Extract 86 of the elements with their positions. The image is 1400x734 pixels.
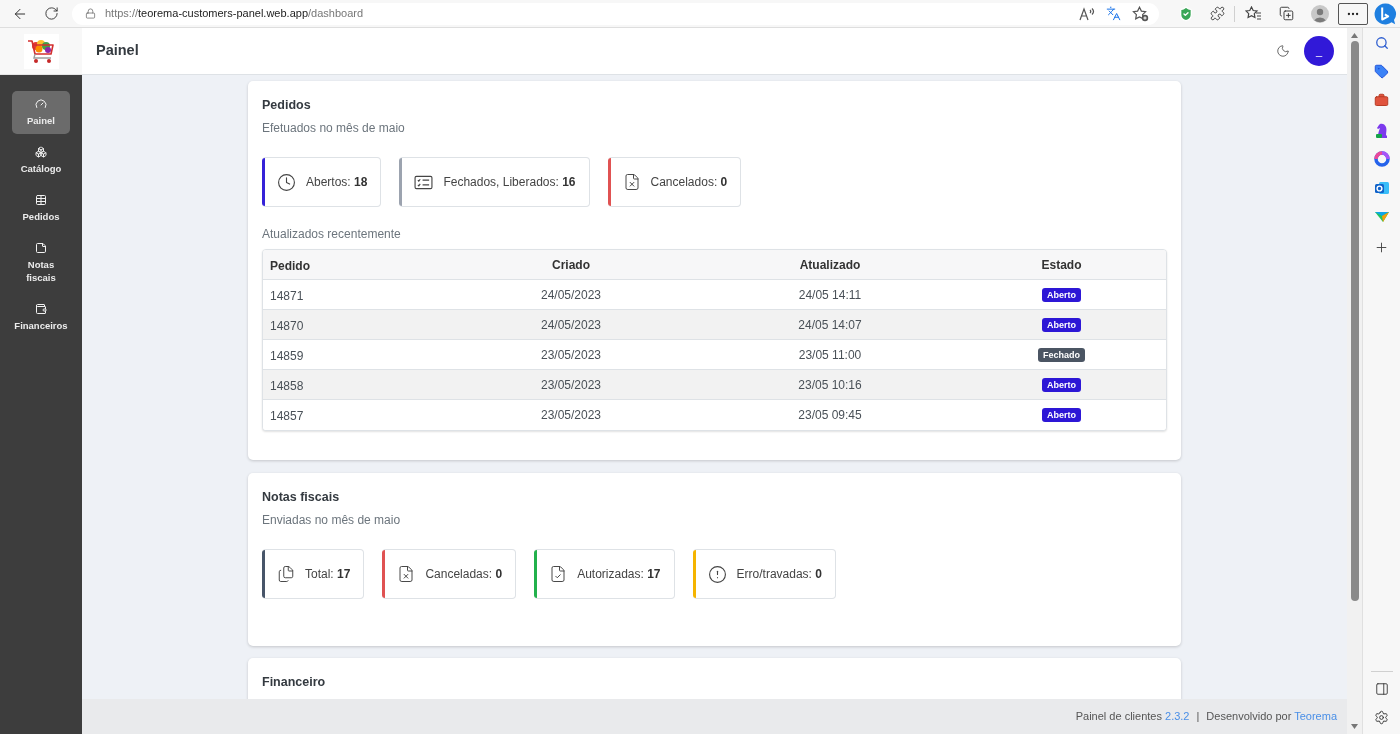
collections-icon[interactable] bbox=[1278, 6, 1294, 21]
checklist-card-icon bbox=[414, 174, 434, 190]
plus-icon[interactable] bbox=[1374, 239, 1389, 255]
chat-bubble-logo-icon[interactable] bbox=[1373, 1, 1397, 26]
more-button[interactable] bbox=[1338, 2, 1368, 25]
table-cell: 14871 bbox=[270, 288, 304, 303]
moon-icon[interactable] bbox=[1276, 44, 1290, 58]
settings-icon[interactable] bbox=[1374, 710, 1389, 725]
status-badge: Aberto bbox=[1042, 287, 1081, 302]
table-cell: 14859 bbox=[270, 348, 304, 363]
table-cell: 14858 bbox=[270, 378, 304, 393]
status-badge: Aberto bbox=[1042, 317, 1081, 332]
table-cell-text: 24/05 14:11 bbox=[798, 286, 862, 304]
table-cell-text: 23/05/2023 bbox=[540, 346, 602, 364]
stacked-pages-icon bbox=[277, 565, 295, 583]
page-icon bbox=[35, 242, 47, 254]
exclamation-circle-icon bbox=[707, 564, 727, 584]
table-cell-text: 24/05 14:07 bbox=[798, 316, 862, 334]
scroll-up-icon[interactable] bbox=[1351, 33, 1358, 38]
tag-icon[interactable] bbox=[1374, 64, 1389, 79]
sidebar-item[interactable]: Notas fiscais bbox=[12, 235, 70, 291]
wallet-icon bbox=[35, 303, 47, 315]
table-cell-text: 23/05 11:00 bbox=[798, 346, 862, 364]
scrollbar[interactable] bbox=[1347, 28, 1362, 734]
table-cell: 14870 bbox=[270, 318, 304, 333]
cart-logo[interactable] bbox=[23, 33, 59, 69]
card-title: Notas fiscais bbox=[262, 489, 341, 506]
stat-text: Total: 17 bbox=[305, 566, 351, 583]
briefcase-icon[interactable] bbox=[1374, 93, 1389, 108]
card-subtitle: Enviadas no mês de maio bbox=[262, 512, 402, 529]
column-header: Estado bbox=[1041, 256, 1082, 274]
stat-text: Canceladas: 0 bbox=[425, 566, 503, 583]
ring-logo-icon[interactable] bbox=[1373, 150, 1390, 167]
scrollbar-thumb[interactable] bbox=[1350, 41, 1359, 601]
reload-icon[interactable] bbox=[44, 6, 59, 21]
address-field[interactable]: https://teorema-customers-panel.web.app/dashboard bbox=[72, 2, 1159, 25]
document-check-icon bbox=[549, 565, 568, 583]
profile-avatar-icon[interactable] bbox=[1311, 4, 1329, 23]
column-header: Atualizado bbox=[799, 256, 861, 274]
table-cell-text: 23/05 09:45 bbox=[798, 407, 862, 424]
lock-icon bbox=[85, 8, 96, 19]
status-badge: Aberto bbox=[1042, 377, 1081, 392]
puzzle-icon[interactable] bbox=[1209, 6, 1225, 21]
clock-icon bbox=[277, 172, 296, 192]
footer-text: Painel de clientes 2.3.2 | Desenvolvido por Teorema bbox=[1075, 709, 1337, 725]
gauge-icon bbox=[35, 98, 47, 110]
sidebar-item[interactable]: Painel bbox=[12, 91, 70, 134]
triangle-logo-icon[interactable] bbox=[1373, 209, 1390, 224]
document-x-icon bbox=[622, 173, 641, 191]
table-caption: Atualizados recentemente bbox=[262, 226, 402, 243]
table-cell-text: 23/05/2023 bbox=[540, 407, 602, 424]
translate-icon[interactable] bbox=[1106, 6, 1121, 21]
table-cell-text: 24/05/2023 bbox=[540, 286, 602, 304]
scroll-down-icon[interactable] bbox=[1351, 724, 1358, 729]
stat-text: Fechados, Liberados: 16 bbox=[443, 174, 576, 191]
table-cell-text: 23/05 10:16 bbox=[798, 376, 862, 394]
table-icon bbox=[35, 194, 47, 206]
table-cell-text: 23/05/2023 bbox=[540, 376, 602, 394]
avatar-button[interactable]: _ bbox=[1304, 36, 1334, 66]
read-aloud-icon[interactable] bbox=[1079, 6, 1095, 21]
sidebar-item[interactable]: Catálogo bbox=[12, 139, 70, 182]
status-badge: Fechado bbox=[1038, 347, 1085, 362]
stat-text: Cancelados: 0 bbox=[650, 174, 728, 191]
side-panel-icon[interactable] bbox=[1374, 681, 1389, 696]
url-text: https://teorema-customers-panel.web.app/dashboard bbox=[105, 6, 364, 22]
stat-text: Erro/travadas: 0 bbox=[736, 566, 822, 583]
page-title: Painel bbox=[96, 41, 139, 61]
status-badge: Aberto bbox=[1042, 408, 1081, 422]
add-favorite-icon[interactable] bbox=[1132, 5, 1149, 22]
card-subtitle: Efetuados no mês de maio bbox=[262, 120, 406, 137]
document-x-icon bbox=[397, 565, 416, 583]
table-cell-text: 24/05/2023 bbox=[540, 316, 602, 334]
card-title: Financeiro bbox=[262, 674, 327, 691]
stat-text: Abertos: 18 bbox=[306, 174, 368, 191]
sidebar-item[interactable]: Pedidos bbox=[12, 187, 70, 230]
sidebar-item[interactable]: Financeiros bbox=[12, 296, 70, 339]
favorites-icon[interactable] bbox=[1244, 6, 1262, 21]
shield-check-icon[interactable] bbox=[1178, 5, 1194, 22]
column-header: Pedido bbox=[270, 258, 310, 273]
stat-text: Autorizadas: 17 bbox=[577, 566, 661, 583]
boxes-icon bbox=[35, 146, 47, 158]
search-icon[interactable] bbox=[1374, 35, 1389, 50]
card-title: Pedidos bbox=[262, 97, 312, 114]
column-header: Criado bbox=[552, 256, 590, 274]
app-tile-icon[interactable] bbox=[1373, 179, 1390, 196]
table-cell: 14857 bbox=[270, 409, 304, 423]
